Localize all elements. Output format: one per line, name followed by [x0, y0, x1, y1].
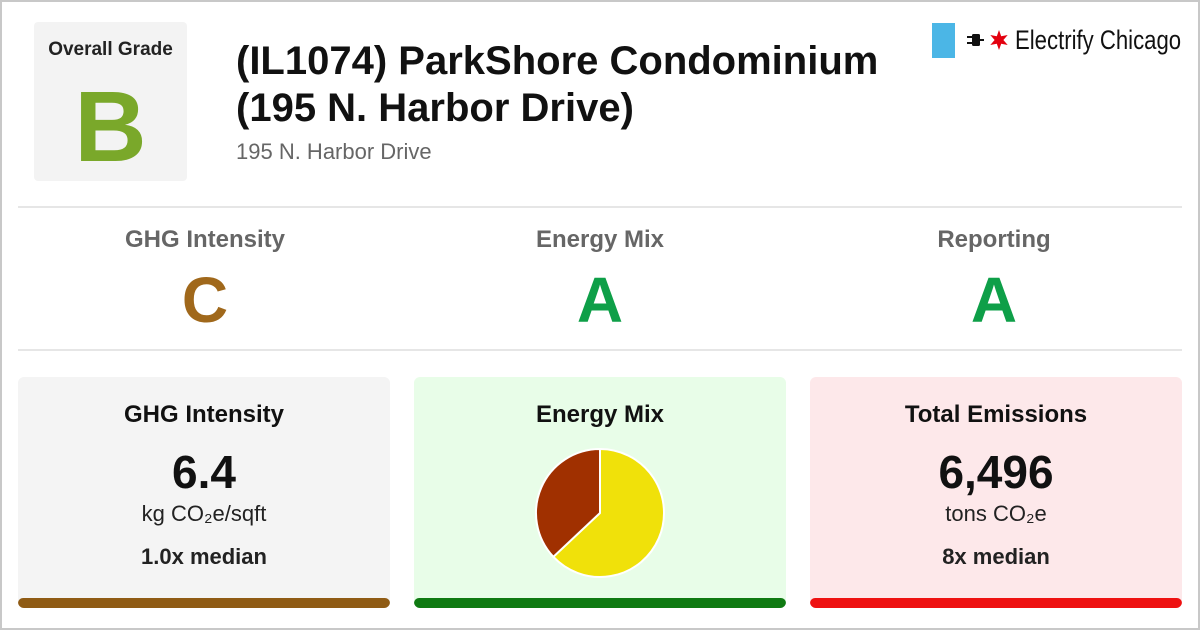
total-emissions-card[interactable]: Total Emissions 6,496 tons CO₂e 8x media… [810, 377, 1182, 608]
subgrade-energy-mix: Energy Mix A [403, 226, 797, 340]
energy-mix-card[interactable]: Energy Mix [414, 377, 786, 608]
subgrade-ghg-label: GHG Intensity [124, 226, 286, 253]
brand-name: Electrify Chicago [1015, 24, 1182, 55]
overall-grade-label: Overall Grade [48, 39, 173, 60]
plug-icon [967, 34, 984, 46]
divider [18, 206, 1182, 208]
emissions-card-accent-bar [810, 598, 1182, 608]
mix-card-title: Energy Mix [535, 401, 665, 428]
subgrade-reporting: Reporting A [797, 226, 1191, 340]
energy-mix-pie-chart [535, 447, 665, 578]
divider [18, 349, 1182, 351]
ghg-card-title: GHG Intensity [123, 401, 285, 428]
overall-grade-letter: B [74, 71, 147, 183]
ghg-intensity-card[interactable]: GHG Intensity 6.4 kg CO₂e/sqft 1.0x medi… [18, 377, 390, 608]
brand-logo[interactable]: Electrify Chicago [932, 22, 1200, 58]
ghg-card-median: 1.0x median [141, 544, 267, 569]
subgrade-reporting-label: Reporting [937, 226, 1051, 253]
subgrade-ghg-letter: C [181, 264, 229, 336]
building-title: (IL1074) ParkShore Condominium (195 N. H… [236, 39, 879, 130]
subgrade-reporting-letter: A [970, 264, 1018, 336]
ghg-card-unit: kg CO₂e/sqft [141, 501, 267, 526]
subgrade-energy-mix-label: Energy Mix [535, 226, 665, 253]
subgrade-ghg: GHG Intensity C [8, 226, 402, 340]
star-icon [990, 30, 1008, 50]
mix-card-accent-bar [414, 598, 786, 608]
emissions-card-value: 6,496 [938, 446, 1054, 498]
building-address: 195 N. Harbor Drive [236, 139, 432, 164]
ghg-card-value: 6.4 [172, 446, 236, 498]
emissions-card-unit: tons CO₂e [945, 501, 1047, 526]
emissions-card-median: 8x median [942, 544, 1050, 569]
subgrade-energy-mix-letter: A [576, 264, 624, 336]
ghg-card-accent-bar [18, 598, 390, 608]
overall-grade-box: Overall Grade B [34, 22, 187, 183]
emissions-card-title: Total Emissions [904, 401, 1088, 428]
flag-bar-icon [932, 22, 955, 58]
